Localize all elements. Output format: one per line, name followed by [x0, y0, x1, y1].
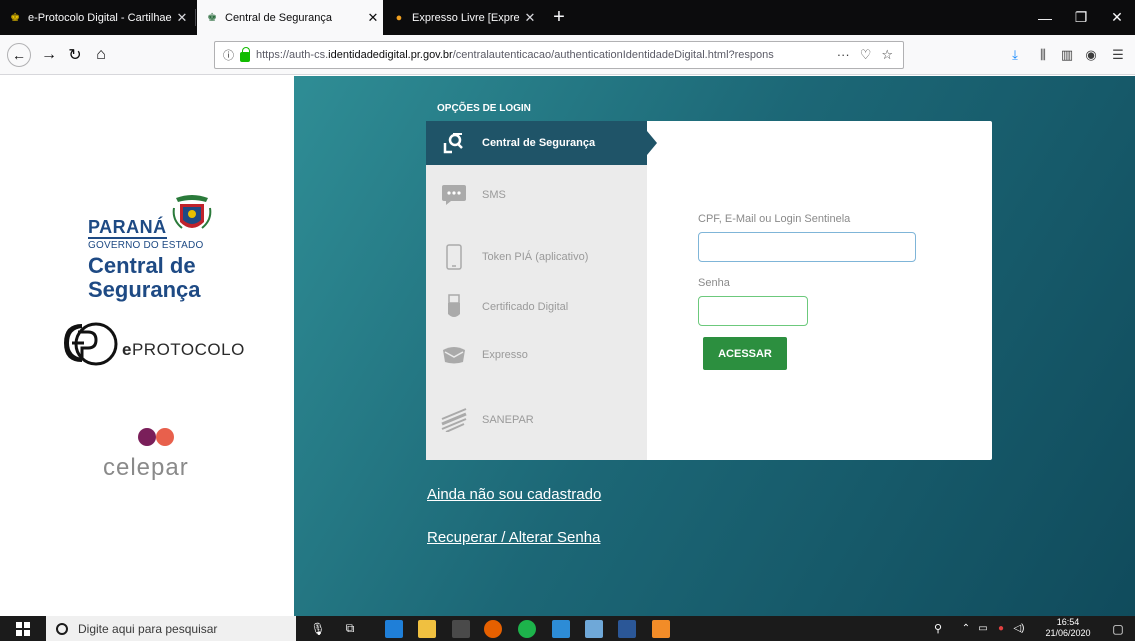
option-label: SANEPAR [482, 414, 534, 426]
option-label: Expresso [482, 349, 528, 361]
tab-title: Expresso Livre [Expresso Mail] [412, 11, 520, 24]
central-seguranca-title: Central de Segurança [88, 253, 201, 302]
windows-taskbar: Digite aqui para pesquisar 🎙 ⧉ ⚲ ⌃ ▭ ● ◁… [0, 616, 1135, 641]
tab-central-seguranca[interactable]: ♚ Central de Segurança ✕ [197, 0, 383, 35]
option-token-pia[interactable]: Token PIÁ (aplicativo) [426, 235, 647, 279]
celepar-text: celepar [103, 454, 189, 481]
window-close-icon[interactable]: ✕ [1099, 0, 1135, 35]
eprotocolo-logo-icon [64, 322, 118, 366]
option-expresso[interactable]: Expresso [426, 333, 647, 377]
central-seguranca-icon [440, 129, 468, 157]
reload-icon[interactable]: ↻ [62, 43, 88, 67]
bookmark-star-icon[interactable]: ☆ [881, 47, 893, 63]
eprotocolo-text: ePROTOCOLO [122, 340, 245, 359]
tray-expand-icon[interactable]: ⌃ [958, 616, 974, 641]
close-icon[interactable]: ✕ [172, 10, 192, 26]
back-arrow-icon[interactable]: ← [7, 43, 31, 67]
option-label: Central de Segurança [482, 137, 596, 149]
login-box: Central de Segurança SMS Token PIÁ (apli… [426, 121, 992, 460]
pocket-icon[interactable]: ♡ [860, 47, 872, 63]
sidebar-icon[interactable]: ▥ [1055, 43, 1079, 67]
option-label: Token PIÁ (aplicativo) [482, 251, 589, 263]
option-label: SMS [482, 189, 506, 201]
acessar-button[interactable]: ACESSAR [703, 337, 787, 370]
tab-eprotocolo[interactable]: ♚ e-Protocolo Digital - CartilhaeP ✕ [0, 0, 192, 35]
login-options-list: Central de Segurança SMS Token PIÁ (apli… [426, 121, 657, 460]
lock-icon[interactable] [240, 46, 250, 62]
account-icon[interactable]: ◉ [1079, 43, 1103, 67]
word-icon[interactable] [618, 620, 636, 638]
sms-icon [440, 181, 468, 209]
register-link[interactable]: Ainda não sou cadastrado [427, 486, 601, 503]
minimize-icon[interactable]: — [1027, 0, 1063, 35]
login-options-heading: OPÇÕES DE LOGIN [437, 103, 531, 114]
parana-title: PARANÁ [88, 217, 167, 239]
windows-start-icon[interactable] [0, 616, 46, 641]
option-sanepar[interactable]: SANEPAR [426, 398, 647, 442]
password-input[interactable] [698, 296, 808, 326]
app-icon[interactable] [585, 620, 603, 638]
page-content: PARANÁ GOVERNO DO ESTADO Central de Segu… [0, 76, 1135, 616]
option-central-seguranca[interactable]: Central de Segurança [426, 121, 657, 165]
sanepar-icon [440, 406, 468, 434]
password-field-label: Senha [698, 277, 730, 289]
url-bar[interactable]: ⓘ https://auth-cs.identidadedigital.pr.g… [214, 41, 904, 69]
close-icon[interactable]: ✕ [520, 10, 540, 26]
navigation-bar: ← → ↻ ⌂ ⓘ https://auth-cs.identidadedigi… [0, 35, 1135, 75]
celepar-logo-icon [138, 428, 174, 446]
edge-icon[interactable] [385, 620, 403, 638]
mail-icon [440, 341, 468, 369]
app-icon[interactable] [652, 620, 670, 638]
expresso-favicon-icon: ● [395, 11, 403, 24]
parana-favicon-icon: ♚ [10, 12, 20, 24]
close-icon[interactable]: ✕ [363, 10, 383, 26]
info-icon[interactable]: ⓘ [223, 47, 234, 63]
tab-title: e-Protocolo Digital - CartilhaeP [28, 11, 172, 24]
network-icon[interactable]: ▭ [975, 616, 991, 641]
file-explorer-icon[interactable] [418, 620, 436, 638]
page-actions-icon[interactable]: ··· [837, 47, 850, 63]
microphone-icon[interactable]: 🎙 [308, 616, 328, 641]
recover-password-link[interactable]: Recuperar / Alterar Senha [427, 529, 600, 546]
tab-title: Central de Segurança [225, 11, 333, 24]
user-login-input[interactable] [698, 232, 916, 262]
volume-icon[interactable]: ◁) [1010, 616, 1028, 641]
restore-icon[interactable]: ❐ [1063, 0, 1099, 35]
taskbar-clock[interactable]: 16:54 21/06/2020 [1038, 617, 1098, 639]
browser-tab-bar: ♚ e-Protocolo Digital - CartilhaeP ✕ ♚ C… [0, 0, 1135, 35]
people-icon[interactable]: ⚲ [928, 616, 948, 641]
chrome-icon[interactable] [518, 620, 536, 638]
task-view-icon[interactable]: ⧉ [335, 616, 365, 641]
download-icon[interactable]: ⤓ [1003, 43, 1027, 67]
user-field-label: CPF, E-Mail ou Login Sentinela [698, 213, 851, 225]
login-form: CPF, E-Mail ou Login Sentinela Senha ACE… [647, 121, 992, 460]
cortana-icon [56, 622, 68, 635]
branding-panel: PARANÁ GOVERNO DO ESTADO Central de Segu… [0, 76, 294, 616]
new-tab-button[interactable]: + [545, 0, 573, 35]
app-icon[interactable] [552, 620, 570, 638]
tab-expresso[interactable]: ● Expresso Livre [Expresso Mail] ✕ [384, 0, 540, 35]
governo-subtitle: GOVERNO DO ESTADO [88, 240, 204, 251]
parana-crest-icon [172, 195, 212, 229]
notifications-icon[interactable]: ▢ [1104, 616, 1132, 641]
option-certificado-digital[interactable]: Certificado Digital [426, 285, 647, 329]
phone-icon [440, 243, 468, 271]
option-sms[interactable]: SMS [426, 173, 647, 217]
menu-icon[interactable]: ☰ [1106, 43, 1130, 67]
library-icon[interactable]: ⫼ [1031, 43, 1055, 67]
taskbar-search-input[interactable]: Digite aqui para pesquisar [46, 616, 296, 641]
antivirus-icon[interactable]: ● [993, 616, 1009, 641]
forward-arrow-icon[interactable]: → [36, 43, 62, 67]
url-text[interactable]: https://auth-cs.identidadedigital.pr.gov… [256, 49, 837, 61]
tab-separator [195, 9, 196, 26]
option-label: Certificado Digital [482, 301, 569, 313]
home-icon[interactable]: ⌂ [88, 43, 114, 67]
usb-token-icon [440, 293, 468, 321]
parana-favicon-icon: ♚ [207, 12, 217, 24]
firefox-icon[interactable] [484, 620, 502, 638]
store-icon[interactable] [452, 620, 470, 638]
